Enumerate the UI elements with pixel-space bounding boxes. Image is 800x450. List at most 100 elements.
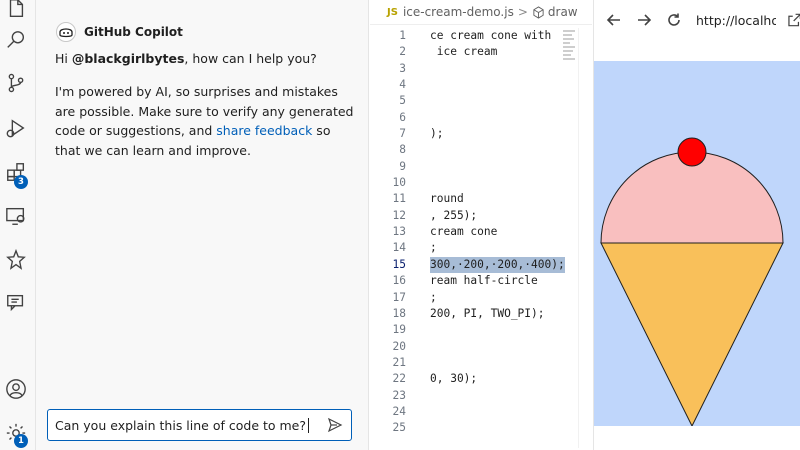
code-line[interactable]: 11 round [370, 191, 592, 207]
line-number: 8 [399, 143, 406, 157]
username: @blackgirlbytes [71, 51, 185, 66]
code-line[interactable]: 1 ce cream cone with [370, 28, 592, 44]
line-number: 15 [392, 257, 406, 271]
line-number: 14 [392, 241, 406, 255]
line-number: 25 [392, 421, 406, 435]
code-line[interactable]: 19 [370, 322, 592, 338]
send-icon[interactable] [327, 417, 343, 433]
greeting-suffix: , how can I help you? [184, 51, 317, 66]
run-debug-icon[interactable] [3, 115, 29, 141]
line-number: 1 [399, 29, 406, 42]
line-number: 3 [399, 61, 406, 75]
code-lines[interactable]: 1 ce cream cone with 2 ice cream 3 4 5 6 7); 8 9 1… [370, 28, 592, 437]
cherry [677, 137, 707, 167]
copilot-icon[interactable] [3, 247, 29, 273]
line-number: 21 [392, 355, 406, 369]
js-file-icon: JS [387, 6, 398, 18]
code-text[interactable]: 200, PI, TWO_PI); [430, 306, 545, 322]
browser-preview: http://localhost:3000 [593, 0, 800, 450]
back-arrow-icon[interactable] [606, 12, 622, 28]
line-number: 4 [399, 78, 406, 92]
line-number: 24 [392, 404, 406, 418]
reload-icon[interactable] [666, 12, 682, 28]
code-line[interactable]: 2 ice cream [370, 44, 592, 60]
code-text[interactable]: , 255); [430, 208, 477, 224]
breadcrumb-file[interactable]: ice-cream-demo.js [403, 5, 514, 19]
code-editor: JS ice-cream-demo.js > draw 1 ce cream co… [370, 0, 592, 450]
code-line[interactable]: 5 [370, 93, 592, 109]
chat-icon[interactable] [3, 290, 29, 316]
line-number: 20 [392, 339, 406, 353]
code-line[interactable]: 4 [370, 77, 592, 93]
code-line[interactable]: 6 [370, 110, 592, 126]
chat-header: GitHub Copilot [56, 22, 183, 42]
code-text[interactable]: ce cream cone with [430, 28, 551, 44]
code-line[interactable]: 15 300,·200,·200,·400); [370, 256, 592, 274]
forward-arrow-icon[interactable] [636, 12, 652, 28]
code-text[interactable]: ; [430, 240, 437, 256]
sketch-canvas[interactable] [594, 61, 800, 426]
line-number: 9 [399, 159, 406, 173]
code-line[interactable]: 25 [370, 420, 592, 436]
chat-input[interactable]: Can you explain this line of code to me? [47, 409, 352, 441]
line-number: 16 [392, 274, 406, 288]
code-line[interactable]: 21 [370, 355, 592, 371]
code-text[interactable]: ice cream [430, 44, 498, 60]
editor-scrollbar[interactable] [578, 28, 582, 448]
minimap[interactable] [563, 30, 577, 64]
line-number: 10 [392, 176, 406, 190]
search-icon[interactable] [3, 27, 29, 53]
code-line[interactable]: 13 cream cone [370, 224, 592, 240]
url-field[interactable]: http://localhost:3000 [696, 13, 776, 28]
breadcrumb-symbol[interactable]: draw [548, 5, 578, 19]
line-number: 19 [392, 323, 406, 337]
code-line[interactable]: 8 [370, 142, 592, 158]
chat-greeting: Hi @blackgirlbytes, how can I help you? [55, 49, 355, 69]
explorer-icon[interactable] [3, 0, 29, 22]
code-line[interactable]: 12 , 255); [370, 208, 592, 224]
account-icon[interactable] [3, 376, 29, 402]
line-number: 13 [392, 225, 406, 239]
line-number: 12 [392, 208, 406, 222]
chat-disclaimer: I'm powered by AI, so surprises and mist… [55, 82, 355, 160]
code-text[interactable]: 0, 30); [430, 371, 477, 387]
greeting-prefix: Hi [55, 51, 72, 66]
line-number: 7 [399, 127, 406, 141]
symbol-method-icon [533, 5, 544, 19]
code-line[interactable]: 23 [370, 388, 592, 404]
line-number: 23 [392, 388, 406, 402]
extensions-badge: 3 [14, 175, 28, 189]
line-number: 11 [392, 192, 406, 206]
open-external-icon[interactable] [788, 13, 800, 27]
copilot-chat-panel: GitHub Copilot Hi @blackgirlbytes, how c… [36, 0, 369, 450]
code-line[interactable]: 17; [370, 290, 592, 306]
browser-toolbar: http://localhost:3000 [594, 0, 800, 40]
code-line[interactable]: 9 [370, 159, 592, 175]
code-text[interactable]: cream cone [430, 224, 497, 240]
code-text[interactable]: ); [430, 126, 443, 142]
code-line[interactable]: 20 [370, 339, 592, 355]
line-number: 2 [399, 45, 406, 59]
chat-title: GitHub Copilot [84, 25, 183, 39]
code-text[interactable]: 300,·200,·200,·400); [430, 256, 565, 274]
code-line[interactable]: 22 0, 30); [370, 371, 592, 387]
code-text[interactable]: round [430, 191, 464, 207]
share-feedback-link[interactable]: share feedback [216, 123, 312, 138]
breadcrumb: JS ice-cream-demo.js > draw [370, 0, 592, 25]
code-line[interactable]: 7); [370, 126, 592, 142]
code-text[interactable]: ; [430, 290, 437, 306]
code-line[interactable]: 18 200, PI, TWO_PI); [370, 306, 592, 322]
code-line[interactable]: 10 [370, 175, 592, 191]
remote-explorer-icon[interactable] [3, 203, 29, 229]
code-line[interactable]: 24 [370, 404, 592, 420]
chat-input-value[interactable]: Can you explain this line of code to me? [55, 418, 306, 433]
settings-badge: 1 [14, 434, 28, 448]
code-line[interactable]: 16 ream half-circle [370, 273, 592, 289]
code-line[interactable]: 14; [370, 240, 592, 256]
line-number: 22 [392, 372, 406, 386]
code-text[interactable]: ream half-circle [430, 273, 538, 289]
source-control-icon[interactable] [3, 70, 29, 96]
code-line[interactable]: 3 [370, 61, 592, 77]
copilot-avatar-icon [56, 22, 76, 42]
activity-bar: 3 1 [0, 0, 36, 450]
